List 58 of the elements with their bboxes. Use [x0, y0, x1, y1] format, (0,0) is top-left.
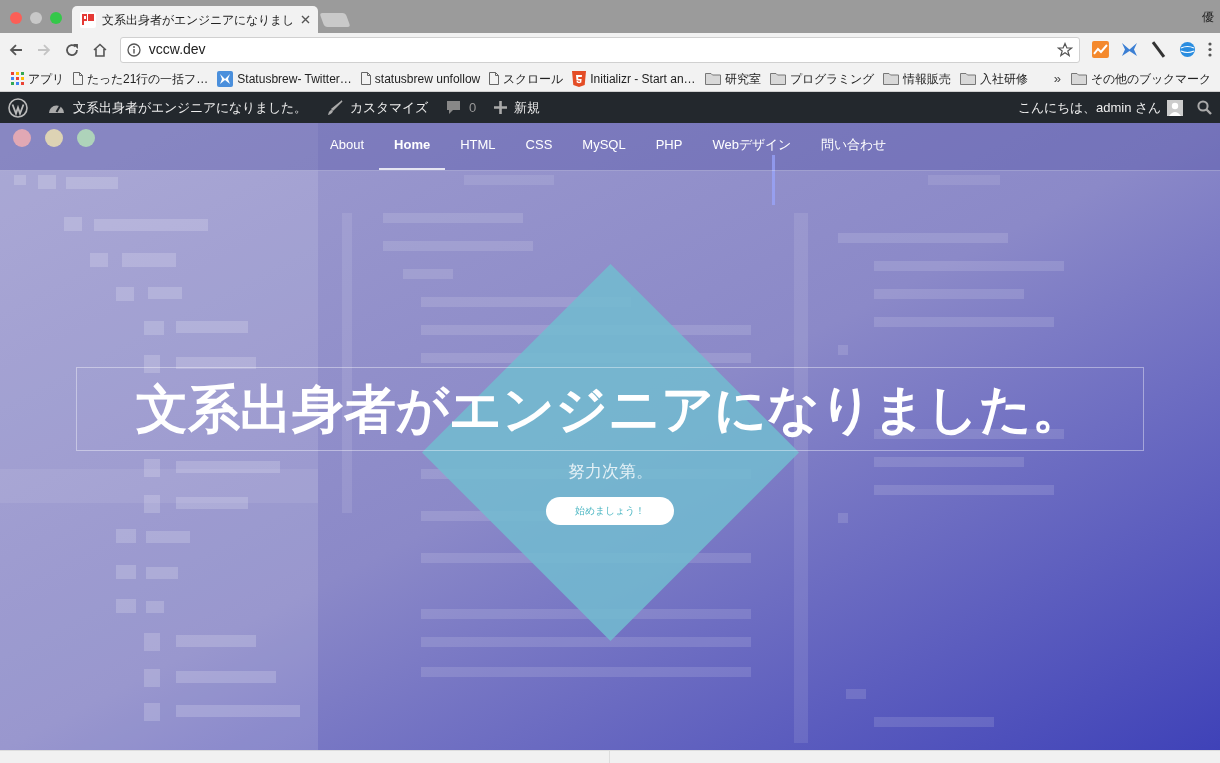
- nav-link[interactable]: CSS: [510, 123, 568, 170]
- globe-extension-icon[interactable]: [1179, 41, 1196, 58]
- nav-link[interactable]: MySQL: [567, 123, 641, 170]
- bookmark[interactable]: プログラミング: [766, 67, 877, 90]
- nav-link[interactable]: Webデザイン: [697, 123, 806, 170]
- folder-icon: [882, 72, 899, 85]
- page-icon: [360, 72, 371, 85]
- butterfly-extension-icon[interactable]: [1121, 41, 1139, 58]
- home-icon[interactable]: [91, 41, 108, 58]
- site-favicon: [80, 11, 96, 28]
- new-content-link[interactable]: 新規: [494, 97, 541, 118]
- bookmark[interactable]: 入社研修: [956, 67, 1031, 90]
- nav-link[interactable]: 問い合わせ: [805, 123, 901, 170]
- bookmark[interactable]: Initializr - Start an…: [569, 67, 699, 90]
- tagline: 努力次第。: [567, 461, 653, 483]
- folder-icon: [1071, 72, 1087, 85]
- address-bar[interactable]: vccw.dev: [119, 36, 1081, 63]
- butterfly-icon: [217, 70, 234, 87]
- wordpress-logo-icon[interactable]: [8, 97, 28, 118]
- bookmark[interactable]: Statusbrew- Twitter…: [214, 67, 355, 90]
- folder-icon: [769, 72, 786, 85]
- plus-icon: [494, 101, 508, 114]
- bookmark[interactable]: アプリ: [8, 67, 67, 90]
- folder-icon: [959, 72, 976, 85]
- bookmark[interactable]: スクロール: [486, 67, 567, 90]
- bookmark[interactable]: 研究室: [701, 67, 764, 90]
- search-icon[interactable]: [1197, 100, 1212, 115]
- account-menu[interactable]: こんにちは、admin さん: [1017, 97, 1183, 118]
- folder-icon: [704, 72, 721, 85]
- info-icon: [126, 42, 141, 57]
- bookmark[interactable]: 情報販売: [879, 67, 954, 90]
- bookmarks-overflow[interactable]: »: [1049, 68, 1065, 89]
- bookmark[interactable]: statusbrew unfollow: [357, 67, 484, 90]
- profile-name[interactable]: 優: [1202, 8, 1214, 26]
- menu-icon[interactable]: [1208, 42, 1212, 57]
- page-icon: [489, 72, 500, 85]
- comments-link[interactable]: 0: [446, 97, 477, 118]
- nav-link[interactable]: HTML: [445, 123, 511, 170]
- html5-icon: [572, 70, 587, 87]
- slash-extension-icon[interactable]: [1150, 41, 1168, 58]
- close-tab-icon[interactable]: [301, 15, 310, 24]
- other-bookmarks[interactable]: その他のブックマーク: [1068, 67, 1214, 90]
- site-menu[interactable]: 文系出身者がエンジニアになりました。: [48, 97, 307, 118]
- page-icon: [73, 72, 83, 85]
- tab-title: 文系出身者がエンジニアになりまし: [102, 11, 295, 29]
- star-icon[interactable]: [1057, 41, 1074, 58]
- brush-icon: [327, 99, 343, 116]
- browser-tab[interactable]: 文系出身者がエンジニアになりまし: [72, 6, 318, 33]
- nav-link[interactable]: About: [315, 123, 380, 170]
- nav-link[interactable]: Home: [379, 123, 446, 170]
- apps-grid-icon: [11, 72, 24, 85]
- avatar-icon: [1167, 99, 1183, 116]
- url-text: vccw.dev: [148, 40, 207, 59]
- customize-link[interactable]: カスタマイズ: [327, 97, 428, 118]
- reload-icon[interactable]: [63, 41, 80, 58]
- bookmark[interactable]: たった21行の一括フ…: [70, 67, 212, 90]
- nav-link[interactable]: PHP: [640, 123, 698, 170]
- comment-icon: [446, 100, 461, 115]
